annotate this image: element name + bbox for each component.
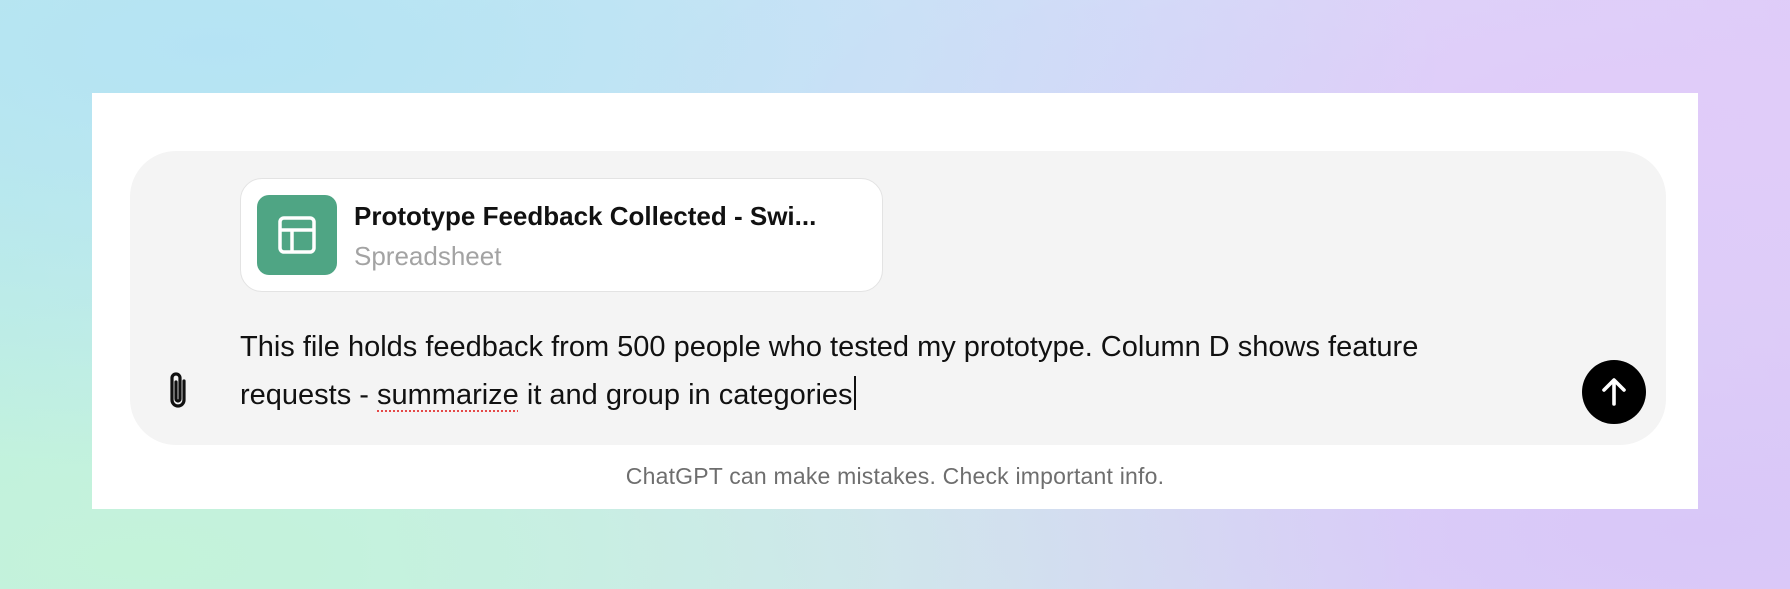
file-attachment-card[interactable]: Prototype Feedback Collected - Swi... Sp… (240, 178, 883, 292)
message-input[interactable]: This file holds feedback from 500 people… (240, 323, 1470, 419)
disclaimer-text: ChatGPT can make mistakes. Check importa… (625, 463, 1165, 489)
message-text-end: it and group in categories (518, 379, 853, 411)
paperclip-icon (170, 372, 186, 408)
arrow-up-icon (1602, 378, 1626, 406)
message-composer: Prototype Feedback Collected - Swi... Sp… (130, 151, 1666, 445)
attachment-file-type: Spreadsheet (354, 241, 502, 271)
attachment-file-name: Prototype Feedback Collected - Swi... (354, 201, 817, 231)
attach-file-button[interactable] (156, 365, 200, 417)
text-cursor (853, 376, 856, 410)
spreadsheet-icon (257, 195, 337, 275)
misspelled-word[interactable]: summarize (377, 379, 519, 411)
send-button[interactable] (1582, 360, 1646, 424)
chat-panel: Prototype Feedback Collected - Swi... Sp… (92, 93, 1698, 509)
